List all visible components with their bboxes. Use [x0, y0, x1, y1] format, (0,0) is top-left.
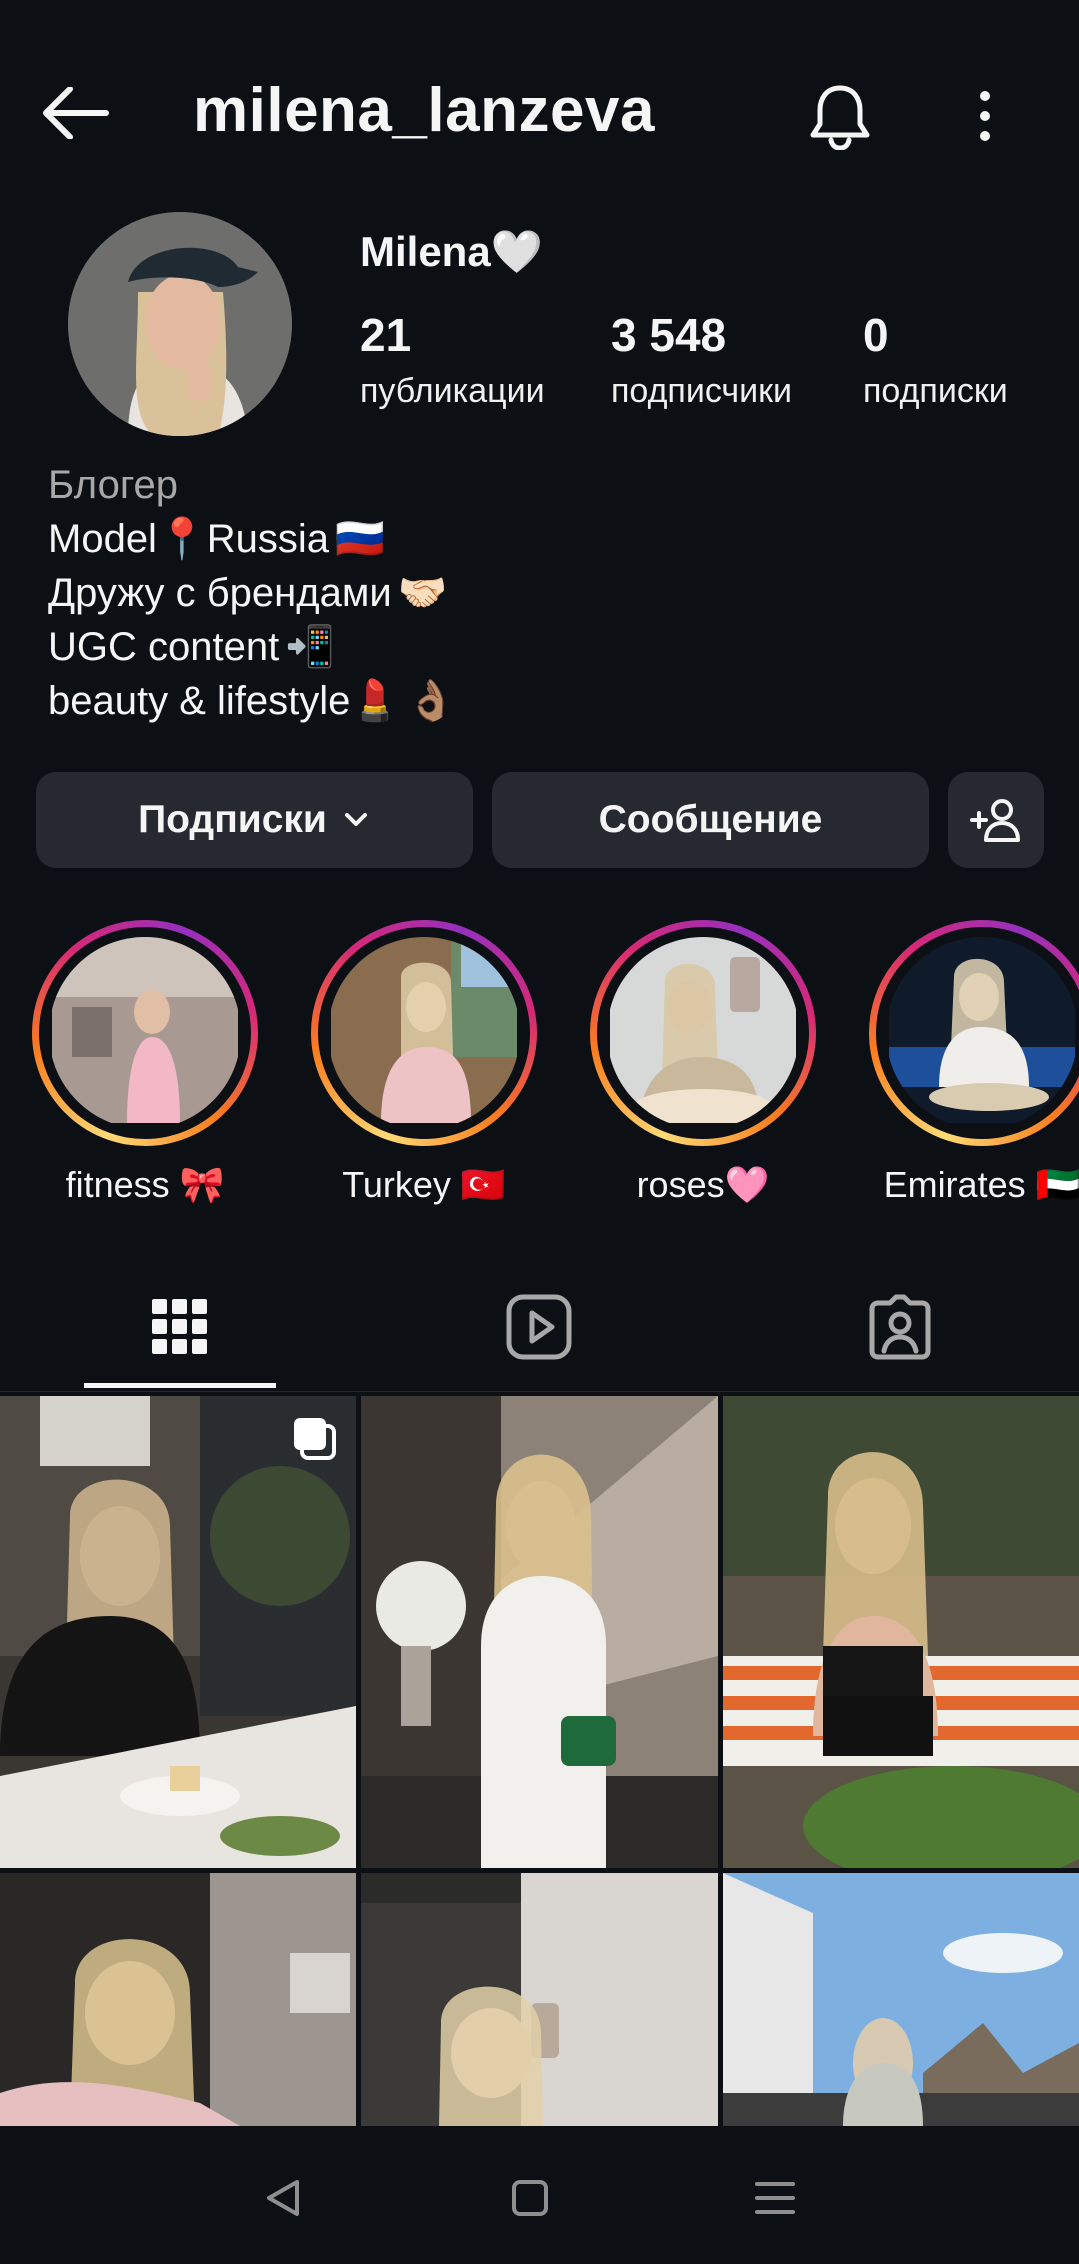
add-user-icon: [970, 799, 1020, 842]
message-button[interactable]: Сообщение: [492, 772, 929, 868]
nav-back-button[interactable]: [243, 2158, 323, 2238]
highlight-cover: [607, 937, 799, 1129]
post-thumbnail[interactable]: [0, 1873, 356, 2126]
message-button-label: Сообщение: [598, 798, 823, 841]
bio-line-text: beauty & lifestyle💄: [48, 679, 401, 723]
profile-tabs: [0, 1262, 1079, 1392]
bio-line-text: Дружу с брендами: [48, 571, 392, 615]
grid-icon: [151, 1299, 207, 1354]
stat-posts-count: 21: [360, 309, 412, 361]
post-thumbnail[interactable]: [361, 1396, 718, 1868]
bio-line: beauty & lifestyle💄 👌🏽: [48, 674, 456, 728]
profile-category: Блогер: [48, 463, 179, 507]
highlight-label: Emirates 🇦🇪: [883, 1164, 1079, 1205]
highlight-item[interactable]: fitness 🎀: [30, 920, 260, 1206]
post-thumbnail[interactable]: [361, 1873, 718, 2126]
highlight-item[interactable]: Emirates 🇦🇪: [867, 920, 1079, 1206]
triangle-back-icon: [267, 2180, 299, 2216]
profile-display-name: Milena🤍: [360, 228, 543, 275]
nav-home-button[interactable]: [490, 2158, 570, 2238]
stat-followers-label: подписчики: [611, 372, 793, 410]
post-thumbnail[interactable]: [723, 1873, 1079, 2126]
nav-recents-button[interactable]: [735, 2158, 815, 2238]
post-thumbnail[interactable]: [0, 1396, 356, 1868]
stat-following-label: подписки: [863, 372, 1008, 410]
system-navigation-bar: [0, 2130, 1079, 2264]
profile-bio: Блогер Model📍Russia 🇷🇺 Дружу с брендами …: [48, 458, 456, 728]
highlight-cover: [49, 937, 241, 1129]
bio-line-emoji: 🇷🇺: [335, 517, 385, 561]
bio-line-emoji: 👌🏽: [406, 679, 456, 723]
arrow-left-icon: [43, 87, 109, 139]
highlight-label: Turkey 🇹🇷: [342, 1164, 506, 1205]
square-home-icon: [512, 2180, 548, 2216]
tab-posts-grid[interactable]: [0, 1262, 359, 1392]
stat-posts[interactable]: 21 публикации: [360, 308, 545, 411]
notifications-button[interactable]: [800, 76, 880, 156]
profile-avatar[interactable]: [68, 212, 292, 436]
bio-line-text: UGC content: [48, 625, 280, 669]
bell-icon: [810, 85, 870, 150]
highlight-item[interactable]: roses🩷: [588, 920, 818, 1206]
profile-username: milena_lanzeva: [193, 76, 655, 145]
post-thumbnail[interactable]: [723, 1396, 1079, 1868]
stat-following[interactable]: 0 подписки: [863, 308, 1008, 411]
more-options-button[interactable]: [945, 76, 1025, 156]
reels-play-icon: [506, 1294, 571, 1360]
suggested-users-button[interactable]: [948, 772, 1044, 868]
bio-line-text: Model📍Russia: [48, 517, 330, 561]
carousel-icon: [294, 1418, 336, 1460]
tab-tagged[interactable]: [720, 1262, 1079, 1392]
menu-lines-icon: [755, 2182, 795, 2214]
stat-followers[interactable]: 3 548 подписчики: [611, 308, 792, 411]
highlight-label: fitness 🎀: [65, 1164, 225, 1205]
highlight-cover: [886, 937, 1078, 1129]
tab-reels[interactable]: [359, 1262, 718, 1392]
following-button-label: Подписки: [138, 798, 327, 841]
highlight-label: roses🩷: [636, 1164, 770, 1205]
bio-line: Дружу с брендами 🤝🏻: [48, 566, 456, 620]
stat-followers-count: 3 548: [611, 309, 727, 361]
bio-line: Model📍Russia 🇷🇺: [48, 512, 456, 566]
active-tab-indicator: [84, 1383, 276, 1388]
stat-posts-label: публикации: [360, 372, 545, 410]
stat-following-count: 0: [863, 309, 889, 361]
following-button[interactable]: Подписки: [36, 772, 473, 868]
bio-line-emoji: 🤝🏻: [397, 571, 448, 615]
vertical-dots-icon: [980, 91, 990, 141]
top-app-bar: milena_lanzeva: [0, 0, 1079, 230]
tagged-person-icon: [869, 1294, 930, 1360]
chevron-down-icon: [344, 813, 367, 826]
bio-line: UGC content 📲: [48, 620, 456, 674]
back-button[interactable]: [30, 78, 120, 148]
highlight-cover: [328, 937, 520, 1129]
highlight-item[interactable]: Turkey 🇹🇷: [309, 920, 539, 1206]
bio-line-emoji: 📲: [285, 625, 336, 669]
